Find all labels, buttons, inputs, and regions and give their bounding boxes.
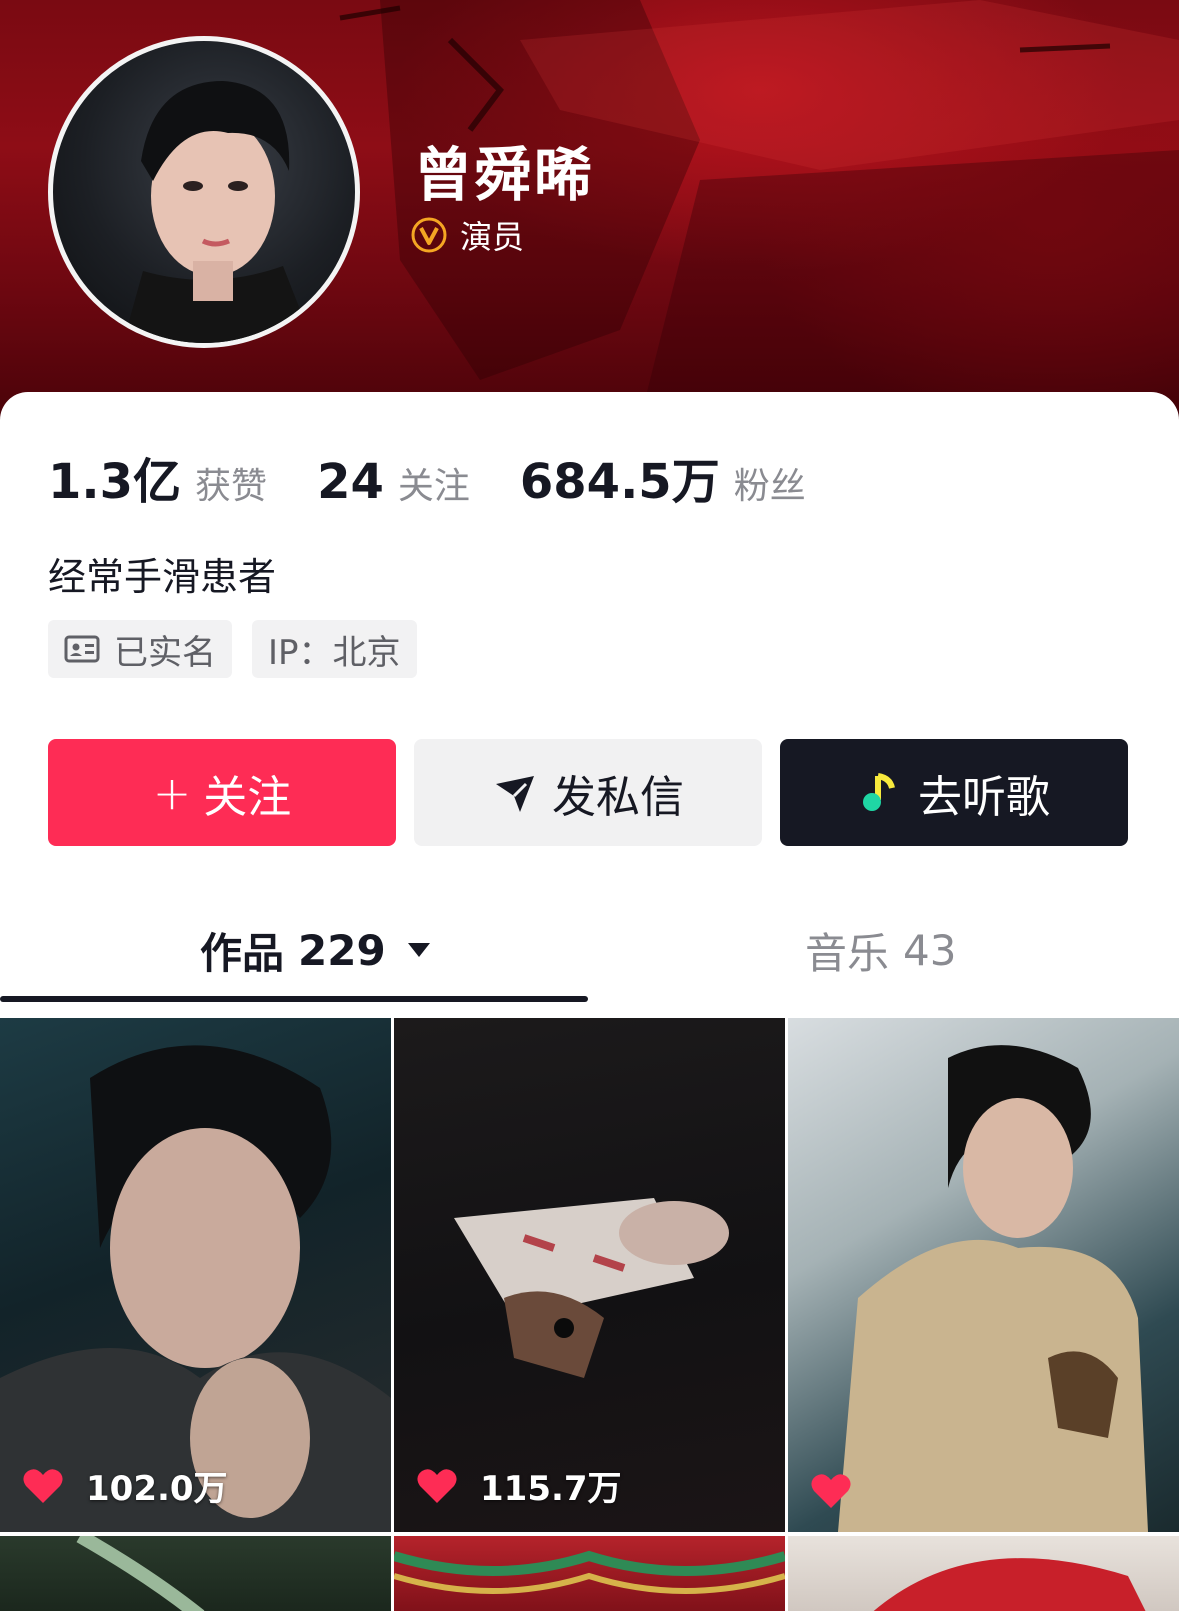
video-thumbnail	[838, 1045, 1148, 1532]
active-tab-indicator	[0, 996, 588, 1002]
avatar[interactable]	[48, 36, 360, 348]
video-tile[interactable]	[788, 1018, 1179, 1532]
profile-tags: 已实名 IP：北京	[48, 620, 437, 678]
avatar-portrait	[123, 81, 313, 343]
send-icon	[496, 775, 534, 812]
tag-ip: IP：北京	[252, 620, 417, 678]
tag-realname-label: 已实名	[114, 632, 216, 673]
follow-button[interactable]: + 关注	[48, 739, 396, 846]
verification-row: 演员	[410, 212, 524, 258]
video-tile[interactable]	[788, 1536, 1179, 1611]
video-thumbnail	[76, 1536, 205, 1611]
follow-button-label: 关注	[203, 771, 292, 823]
heart-icon	[417, 1468, 457, 1503]
tab-music[interactable]: 音乐 43	[805, 900, 956, 1000]
stat-followers-value: 684.5万	[519, 454, 720, 510]
video-thumbnail	[394, 1550, 785, 1594]
caret-down-icon[interactable]	[406, 941, 432, 959]
message-button[interactable]: 发私信	[414, 739, 762, 846]
video-likes-count: 102.0万	[86, 1469, 228, 1509]
video-thumbnail	[454, 1198, 729, 1378]
tag-realname[interactable]: 已实名	[48, 620, 232, 678]
profile-bio: 经常手滑患者	[48, 555, 277, 599]
stat-followers-label: 粉丝	[733, 466, 806, 507]
stat-likes-label: 获赞	[195, 466, 268, 507]
listen-music-button-label: 去听歌	[918, 771, 1050, 823]
music-note-icon	[863, 772, 895, 811]
video-tile[interactable]	[394, 1536, 785, 1611]
tab-music-label: 音乐	[805, 928, 890, 978]
verified-badge-icon	[411, 217, 447, 253]
video-likes: 115.7万	[416, 1461, 622, 1510]
tag-ip-label: IP：北京	[268, 632, 401, 673]
content-tabs: 作品 229 音乐 43	[0, 900, 1179, 1002]
id-card-icon	[64, 635, 100, 663]
stat-likes[interactable]: 1.3亿 获赞	[48, 442, 267, 512]
tab-works-count: 229	[298, 925, 386, 975]
action-buttons: + 关注 发私信 去听歌	[48, 739, 1128, 846]
stat-following-value: 24	[317, 454, 384, 510]
heart-icon	[23, 1468, 63, 1503]
profile-name: 曾舜晞	[414, 141, 595, 209]
profile-banner: 曾舜晞 演员	[0, 0, 1179, 420]
stat-likes-value: 1.3亿	[48, 454, 182, 510]
stat-following-label: 关注	[397, 466, 470, 507]
stat-followers[interactable]: 684.5万 粉丝	[520, 442, 806, 512]
video-tile[interactable]	[0, 1536, 391, 1611]
verification-label: 演员	[460, 218, 525, 256]
stats-row: 1.3亿 获赞 24 关注 684.5万 粉丝	[48, 442, 856, 512]
video-tile[interactable]: 115.7万	[394, 1018, 785, 1532]
stat-following[interactable]: 24 关注	[317, 454, 470, 510]
video-tile[interactable]: 102.0万	[0, 1018, 391, 1532]
message-button-label: 发私信	[552, 771, 684, 823]
tab-works-label: 作品	[200, 928, 285, 978]
video-thumbnail	[0, 1045, 391, 1532]
tab-works[interactable]: 作品 229	[200, 900, 432, 1000]
video-thumbnail	[873, 1558, 1146, 1611]
video-likes: 102.0万	[22, 1461, 228, 1510]
plus-icon: +	[152, 765, 192, 820]
listen-music-button[interactable]: 去听歌	[780, 739, 1128, 846]
video-likes-count: 115.7万	[480, 1469, 622, 1509]
tab-music-count: 43	[903, 925, 957, 975]
heart-icon	[811, 1474, 851, 1508]
video-likes	[810, 1472, 874, 1510]
